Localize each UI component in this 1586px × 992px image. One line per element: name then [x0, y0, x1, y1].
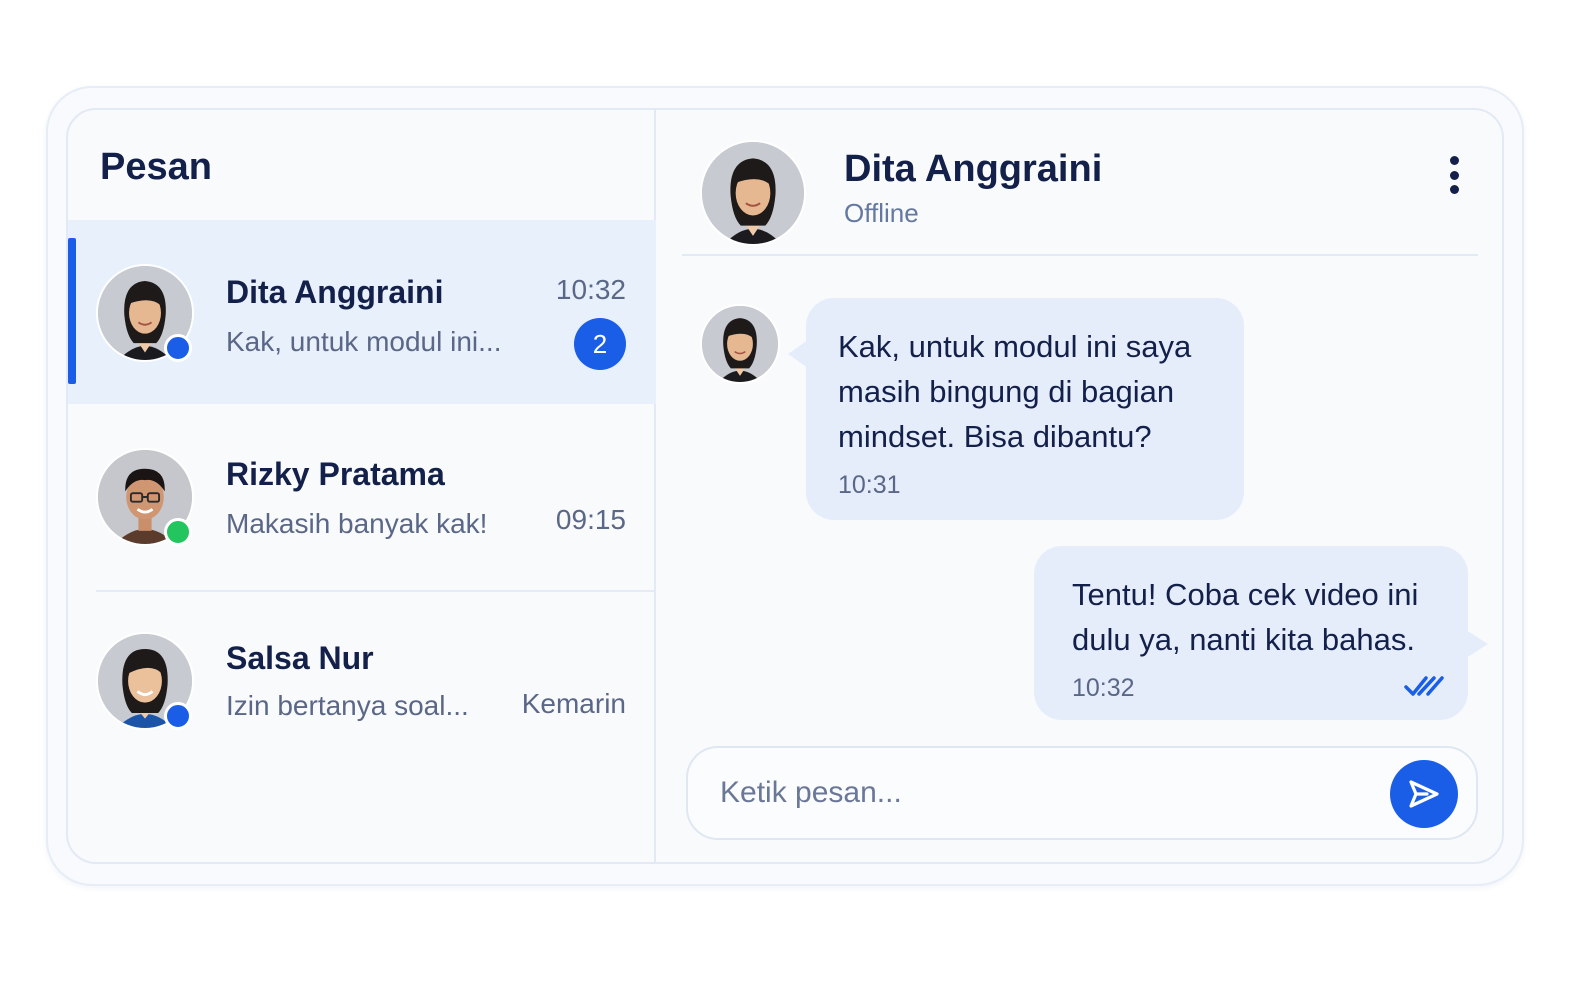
- chat-panel: Dita Anggraini Offline Kak, untuk modul …: [658, 110, 1502, 862]
- status-dot: [164, 518, 192, 546]
- send-button[interactable]: [1390, 760, 1458, 828]
- more-vertical-icon[interactable]: [1436, 150, 1472, 200]
- status-dot: [164, 702, 192, 730]
- message-text: Kak, untuk modul ini saya masih bingung …: [838, 329, 1192, 454]
- status-dot: [164, 334, 192, 362]
- message-preview: Makasih banyak kak!: [226, 508, 488, 539]
- contact-avatar: [700, 140, 806, 246]
- message-time: 10:31: [838, 471, 901, 499]
- conversation-item-dita-anggraini[interactable]: Dita Anggraini Kak, untuk modul ini... 1…: [68, 220, 656, 404]
- contact-name: Salsa Nur: [226, 640, 374, 676]
- bubble-tail: [1466, 630, 1488, 658]
- active-indicator: [68, 238, 76, 384]
- double-check-icon: [1404, 676, 1444, 696]
- messaging-window: Pesan Dita Anggraini Kak, untuk modul in…: [66, 108, 1504, 864]
- panel-title: Pesan: [100, 146, 212, 188]
- conversation-item-rizky-pratama[interactable]: Rizky Pratama Makasih banyak kak! 09:15: [68, 404, 656, 588]
- message-time: 09:15: [555, 504, 626, 535]
- incoming-message-bubble: Kak, untuk modul ini saya masih bingung …: [788, 298, 1244, 520]
- message-time: Kemarin: [521, 688, 626, 719]
- bubble-tail: [788, 340, 808, 368]
- header-divider: [682, 254, 1478, 256]
- unread-count-badge: 2: [574, 318, 626, 370]
- chat-contact-status: Offline: [844, 198, 919, 228]
- contact-name: Rizky Pratama: [226, 456, 445, 492]
- message-composer: [686, 746, 1478, 840]
- conversation-list-panel: Pesan Dita Anggraini Kak, untuk modul in…: [68, 110, 656, 862]
- contact-name: Dita Anggraini: [226, 274, 444, 310]
- outgoing-message-bubble: Tentu! Coba cek video ini dulu ya, nanti…: [1034, 546, 1488, 720]
- send-icon: [1409, 780, 1439, 808]
- message-preview: Kak, untuk modul ini...: [226, 326, 502, 357]
- message-time: 10:32: [1072, 674, 1135, 702]
- message-time: 10:32: [555, 274, 626, 305]
- message-input[interactable]: [720, 748, 1380, 838]
- conversation-item-salsa-nur[interactable]: Salsa Nur Izin bertanya soal... Kemarin: [68, 588, 656, 772]
- message-preview: Izin bertanya soal...: [226, 690, 469, 721]
- chat-contact-name: Dita Anggraini: [844, 148, 1103, 190]
- sender-avatar: [700, 304, 780, 384]
- message-text: Tentu! Coba cek video ini dulu ya, nanti…: [1072, 577, 1419, 657]
